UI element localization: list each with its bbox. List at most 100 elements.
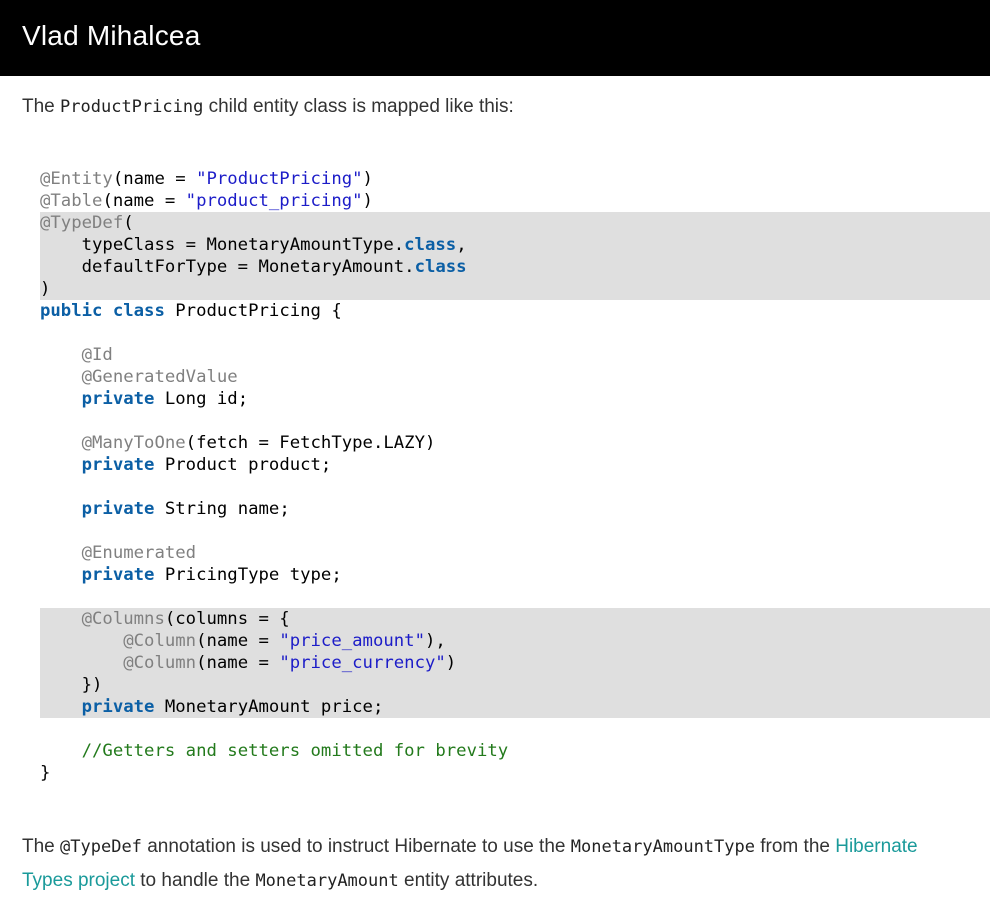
string-literal: "price_amount" <box>279 631 425 651</box>
code-text: PricingType type; <box>154 565 342 585</box>
annotation: @Entity <box>40 169 113 189</box>
keyword: class <box>414 257 467 277</box>
code-text: ) <box>362 169 373 189</box>
code-comment: //Getters and setters omitted for brevit… <box>81 741 509 761</box>
outro-text: to handle the <box>135 870 256 891</box>
code-line: public class ProductPricing { <box>40 300 990 322</box>
code-line-highlighted: @TypeDef( <box>40 212 990 234</box>
string-literal: "ProductPricing" <box>196 169 363 189</box>
annotation: @Column <box>123 653 197 673</box>
code-line: @Entity(name = "ProductPricing") <box>40 168 990 190</box>
code-line-highlighted: @Column(name = "price_amount"), <box>40 630 990 652</box>
code-text: ProductPricing { <box>164 301 342 321</box>
string-literal: "product_pricing" <box>185 191 363 211</box>
outro-text: The <box>22 836 61 857</box>
inline-code-typedef: @TypeDef <box>60 837 142 857</box>
annotation: @Id <box>81 345 113 365</box>
code-line-highlighted: ) <box>40 278 990 300</box>
keyword: private <box>81 565 155 585</box>
code-line-highlighted: @Column(name = "price_currency") <box>40 652 990 674</box>
intro-paragraph: The ProductPricing child entity class is… <box>22 90 514 124</box>
code-line: @ManyToOne(fetch = FetchType.LAZY) <box>40 432 990 454</box>
code-text: ) <box>362 191 373 211</box>
code-text: (name = <box>196 653 280 673</box>
code-line-highlighted: private MonetaryAmount price; <box>40 696 990 718</box>
code-line-highlighted: typeClass = MonetaryAmountType.class, <box>40 234 990 256</box>
code-line: private PricingType type; <box>40 564 990 586</box>
site-title-link[interactable]: Vlad Mihalcea <box>22 20 200 52</box>
annotation: @Columns <box>81 609 165 629</box>
code-text: Long id; <box>154 389 249 409</box>
hibernate-types-link[interactable]: Hibernate <box>835 836 917 857</box>
code-text: ) <box>445 653 457 673</box>
code-line: private Long id; <box>40 388 990 410</box>
keyword: private <box>81 697 155 717</box>
keyword: class <box>112 301 165 321</box>
code-line: } <box>40 762 990 784</box>
code-text: (columns = { <box>164 609 290 629</box>
code-line: @Id <box>40 344 990 366</box>
code-line-highlighted: defaultForType = MonetaryAmount.class <box>40 256 990 278</box>
code-text: ), <box>424 631 446 651</box>
annotation: @ManyToOne <box>81 433 186 453</box>
code-line: private Product product; <box>40 454 990 476</box>
annotation: @TypeDef <box>40 213 124 233</box>
keyword: private <box>81 499 155 519</box>
code-text: , <box>456 235 467 255</box>
keyword: private <box>81 389 155 409</box>
code-line: //Getters and setters omitted for brevit… <box>40 740 990 762</box>
code-text: (fetch = FetchType.LAZY) <box>185 433 436 453</box>
code-text: Product product; <box>154 455 332 475</box>
annotation: @Column <box>123 631 197 651</box>
intro-text-before: The <box>22 96 61 117</box>
code-block: @Entity(name = "ProductPricing") @Table(… <box>40 168 990 784</box>
intro-text-after: child entity class is mapped like this: <box>203 96 514 117</box>
keyword: class <box>404 235 457 255</box>
code-text: MonetaryAmount price; <box>154 697 384 717</box>
annotation: @GeneratedValue <box>81 367 238 387</box>
site-header: Vlad Mihalcea <box>0 0 990 76</box>
outro-paragraph: The @TypeDef annotation is used to instr… <box>22 830 982 898</box>
code-text: defaultForType = MonetaryAmount. <box>40 257 415 277</box>
code-text: }) <box>40 675 103 695</box>
code-text: String name; <box>154 499 290 519</box>
code-text: } <box>40 763 51 783</box>
inline-code-monetaryamount: MonetaryAmount <box>255 871 399 891</box>
code-text: (name = <box>102 191 186 211</box>
code-text: ( <box>123 213 134 233</box>
annotation: @Enumerated <box>81 543 197 563</box>
code-line-highlighted: }) <box>40 674 990 696</box>
annotation: @Table <box>40 191 103 211</box>
string-literal: "price_currency" <box>279 653 446 673</box>
code-line: @Table(name = "product_pricing") <box>40 190 990 212</box>
inline-code-class: ProductPricing <box>60 97 204 117</box>
code-text: (name = <box>196 631 280 651</box>
code-line: private String name; <box>40 498 990 520</box>
code-text: (name = <box>112 169 197 189</box>
keyword: public <box>40 301 103 321</box>
code-text: typeClass = MonetaryAmountType. <box>40 235 405 255</box>
code-line: @Enumerated <box>40 542 990 564</box>
inline-code-monetaryamounttype: MonetaryAmountType <box>570 837 755 857</box>
keyword: private <box>81 455 155 475</box>
hibernate-types-link-continued[interactable]: Types project <box>22 870 135 891</box>
outro-text: from the <box>754 836 836 857</box>
